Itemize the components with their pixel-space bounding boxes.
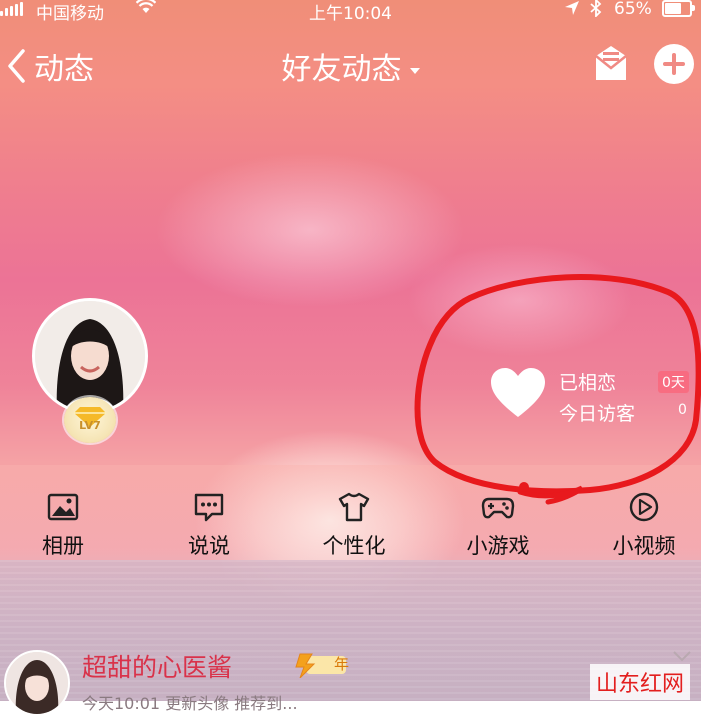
status-bar: 中国移动 上午10:04 65% <box>0 0 701 24</box>
vip-year-label: 年 <box>334 655 350 673</box>
add-button[interactable] <box>654 44 694 84</box>
battery-icon <box>662 0 695 17</box>
watermark: 山东红网 <box>590 664 691 700</box>
feature-label: 说说 <box>188 534 230 558</box>
page-title: 好友动态 <box>281 52 402 87</box>
battery-percent: 65% <box>614 0 652 19</box>
heart-icon[interactable] <box>489 367 547 419</box>
feature-album[interactable]: 相册 <box>3 490 123 560</box>
feed-avatar[interactable] <box>4 650 70 716</box>
feature-personalize[interactable]: 个性化 <box>294 490 414 560</box>
caret-down-icon <box>409 67 420 74</box>
gamepad-icon <box>481 497 515 519</box>
feature-label: 个性化 <box>322 534 386 558</box>
play-circle-icon <box>629 492 659 522</box>
feature-label: 相册 <box>42 534 84 558</box>
together-days: 0天 <box>658 371 689 393</box>
visitors-label[interactable]: 今日访客 <box>559 399 635 426</box>
together-label: 已相恋 <box>559 372 617 394</box>
feature-games[interactable]: 小游戏 <box>438 490 558 560</box>
feed-avatar-photo <box>6 652 68 714</box>
visitors-count: 0 <box>678 402 687 418</box>
feature-video[interactable]: 小视频 <box>584 490 701 560</box>
avatar-photo <box>35 301 145 411</box>
feature-shuoshuo[interactable]: 说说 <box>149 490 269 560</box>
mail-icon[interactable] <box>590 42 632 84</box>
bluetooth-icon <box>590 0 602 17</box>
feed-subtitle: 今天10:01 更新头像 推荐到... <box>82 694 298 713</box>
chevron-down-icon[interactable] <box>672 650 692 662</box>
tshirt-icon <box>338 492 370 522</box>
location-arrow-icon <box>565 1 579 15</box>
level-badge[interactable]: LV7 <box>64 397 116 443</box>
chat-bubble-icon <box>194 493 224 522</box>
level-text: LV7 <box>79 419 101 432</box>
feature-label: 小视频 <box>612 534 676 558</box>
feed-author-name[interactable]: 超甜的心医酱 <box>82 648 232 684</box>
feature-label: 小游戏 <box>466 534 530 558</box>
photo-album-icon <box>47 493 79 521</box>
